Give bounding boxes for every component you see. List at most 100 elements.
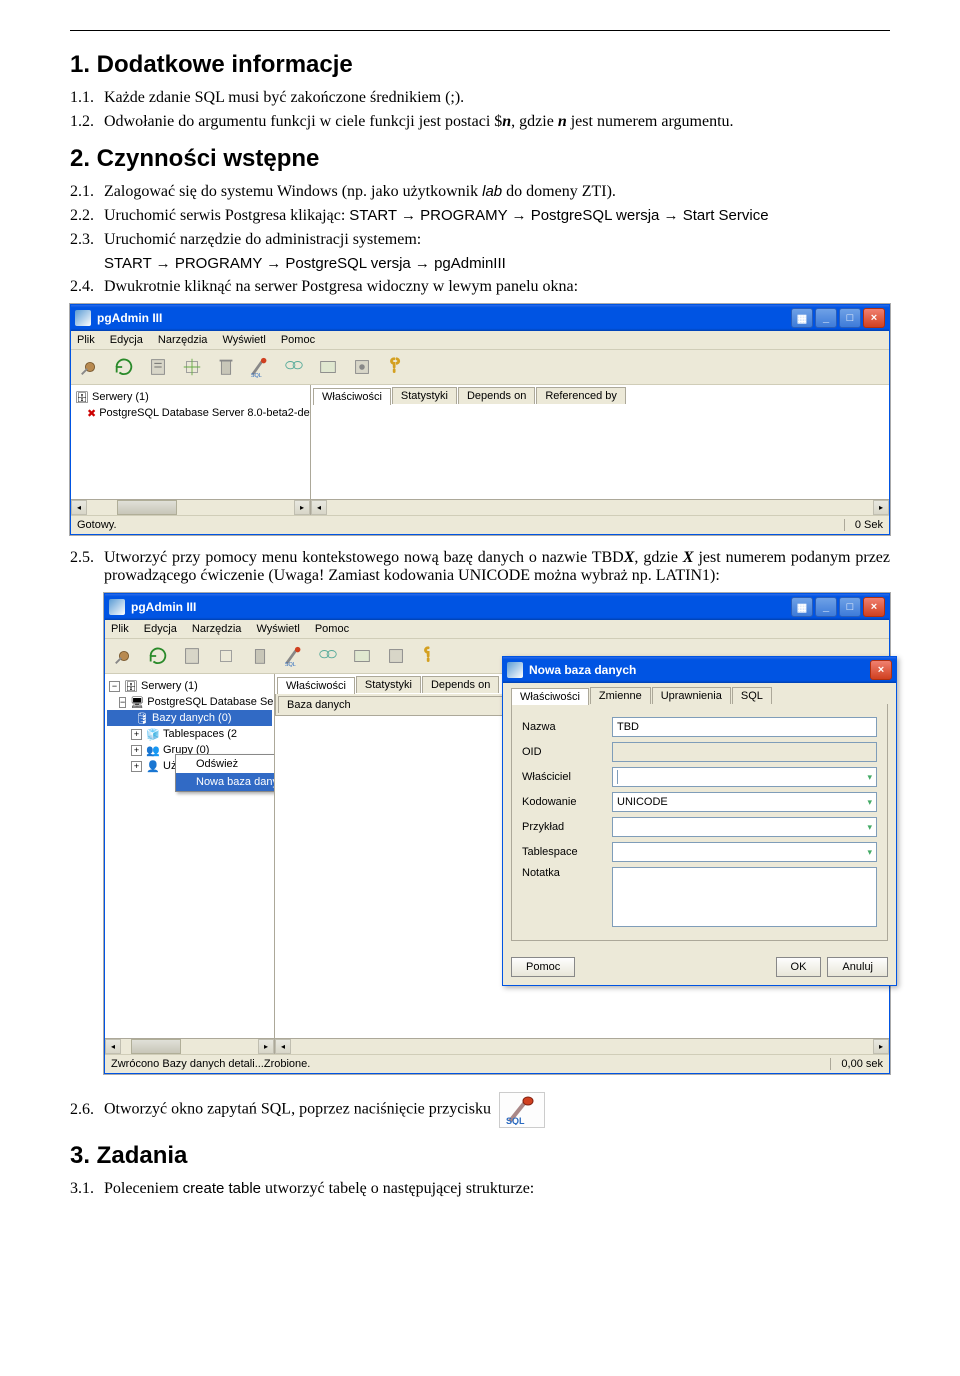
titlebar[interactable]: pgAdmin III ▦ _ □ ×: [105, 594, 889, 620]
scroll-right-button[interactable]: ▸: [294, 500, 310, 515]
scroll-right-button[interactable]: ▸: [873, 1039, 889, 1054]
sql-toolbar-icon[interactable]: SQL: [499, 1092, 545, 1128]
scrollbar-horizontal[interactable]: ◂ ▸: [71, 499, 310, 515]
tree-servers-root[interactable]: − 🗄 Serwery (1): [107, 678, 272, 694]
tree-tablespaces[interactable]: + 🧊 Tablespaces (2: [107, 726, 272, 742]
scrollbar-horizontal[interactable]: ◂ ▸: [105, 1038, 274, 1054]
help-button[interactable]: Pomoc: [511, 957, 575, 977]
tab-depends-on[interactable]: Depends on: [458, 387, 535, 404]
filter-icon[interactable]: [279, 353, 309, 381]
properties-icon[interactable]: [143, 353, 173, 381]
help-icon[interactable]: [415, 642, 445, 670]
connect-icon[interactable]: [75, 353, 105, 381]
scroll-left-button[interactable]: ◂: [71, 500, 87, 515]
tree-pane[interactable]: − 🗄 Serwery (1) − 🖥 PostgreSQL Database …: [105, 674, 275, 1054]
close-button[interactable]: ×: [863, 597, 885, 617]
tab-statistics[interactable]: Statystyki: [392, 387, 457, 404]
input-name[interactable]: TBD: [612, 717, 877, 737]
tab-properties[interactable]: Właściwości: [277, 677, 355, 694]
dialog-titlebar[interactable]: Nowa baza danych ×: [503, 657, 896, 683]
view-icon[interactable]: [313, 353, 343, 381]
menu-plik[interactable]: Plik: [77, 334, 95, 346]
menu-edycja[interactable]: Edycja: [110, 334, 143, 346]
collapse-icon[interactable]: −: [109, 681, 120, 692]
config-icon[interactable]: [347, 353, 377, 381]
scrollbar-horizontal[interactable]: ◂ ▸: [311, 499, 889, 515]
select-encoding[interactable]: UNICODE▾: [612, 792, 877, 812]
properties-icon[interactable]: [177, 642, 207, 670]
tab-statistics[interactable]: Statystyki: [356, 676, 421, 693]
select-owner[interactable]: ▾: [612, 767, 877, 787]
minimize-button[interactable]: _: [815, 597, 837, 617]
item-2-2: 2.2. Uruchomić serwis Postgresa klikając…: [70, 207, 890, 225]
tab-properties[interactable]: Właściwości: [313, 388, 391, 405]
tree-pane[interactable]: 🗄 Serwery (1) ✖ PostgreSQL Database Serv…: [71, 385, 311, 515]
select-template[interactable]: ▾: [612, 817, 877, 837]
config-icon[interactable]: [381, 642, 411, 670]
dlg-tab-permissions[interactable]: Uprawnienia: [652, 687, 731, 704]
menu-wyswietl[interactable]: Wyświetl: [256, 623, 299, 635]
menu-edycja[interactable]: Edycja: [144, 623, 177, 635]
scroll-right-button[interactable]: ▸: [258, 1039, 274, 1054]
ok-button[interactable]: OK: [776, 957, 822, 977]
dlg-tab-variables[interactable]: Zmienne: [590, 687, 651, 704]
menu-narzedzia[interactable]: Narzędzia: [192, 623, 242, 635]
ctx-refresh[interactable]: Odśwież: [176, 755, 275, 773]
new-icon[interactable]: [211, 642, 241, 670]
textarea-note[interactable]: [612, 867, 877, 927]
collapse-icon[interactable]: −: [119, 697, 126, 708]
expand-icon[interactable]: +: [131, 761, 142, 772]
tree-label: Tablespaces (2: [163, 728, 237, 740]
menu-plik[interactable]: Plik: [111, 623, 129, 635]
scroll-thumb[interactable]: [117, 500, 177, 515]
select-tablespace[interactable]: ▾: [612, 842, 877, 862]
close-button[interactable]: ×: [870, 660, 892, 680]
tree-servers-root[interactable]: 🗄 Serwery (1): [73, 389, 308, 405]
menu-pomoc[interactable]: Pomoc: [315, 623, 349, 635]
connect-icon[interactable]: [109, 642, 139, 670]
scroll-thumb[interactable]: [131, 1039, 181, 1054]
toolbar: SQL: [71, 350, 889, 385]
menu-wyswietl[interactable]: Wyświetl: [222, 334, 265, 346]
titlebar[interactable]: pgAdmin III ▦ _ □ ×: [71, 305, 889, 331]
tab-depends-on[interactable]: Depends on: [422, 676, 499, 693]
minimize-button[interactable]: _: [815, 308, 837, 328]
scrollbar-horizontal[interactable]: ◂ ▸: [275, 1038, 889, 1054]
grid-button[interactable]: ▦: [791, 308, 813, 328]
sql-icon[interactable]: SQL: [245, 353, 275, 381]
maximize-button[interactable]: □: [839, 597, 861, 617]
help-icon[interactable]: [381, 353, 411, 381]
chevron-down-icon: ▾: [867, 847, 872, 858]
menubar: Plik Edycja Narzędzia Wyświetl Pomoc: [71, 331, 889, 350]
view-icon[interactable]: [347, 642, 377, 670]
grid-button[interactable]: ▦: [791, 597, 813, 617]
dialog-new-database[interactable]: Nowa baza danych × Właściwości Zmienne U…: [502, 656, 897, 986]
sql-icon[interactable]: SQL: [279, 642, 309, 670]
tab-referenced-by[interactable]: Referenced by: [536, 387, 626, 404]
scroll-left-button[interactable]: ◂: [311, 500, 327, 515]
cancel-button[interactable]: Anuluj: [827, 957, 888, 977]
menu-narzedzia[interactable]: Narzędzia: [158, 334, 208, 346]
maximize-button[interactable]: □: [839, 308, 861, 328]
expand-icon[interactable]: +: [131, 729, 142, 740]
refresh-icon[interactable]: [109, 353, 139, 381]
menu-pomoc[interactable]: Pomoc: [281, 334, 315, 346]
scroll-left-button[interactable]: ◂: [105, 1039, 121, 1054]
expand-icon[interactable]: +: [131, 745, 142, 756]
delete-icon[interactable]: [211, 353, 241, 381]
tree-server[interactable]: − 🖥 PostgreSQL Database Server 8.0: [107, 694, 272, 710]
new-icon[interactable]: [177, 353, 207, 381]
scroll-left-button[interactable]: ◂: [275, 1039, 291, 1054]
dlg-tab-sql[interactable]: SQL: [732, 687, 772, 704]
tree-server-node[interactable]: ✖ PostgreSQL Database Server 8.0-beta2-d…: [73, 405, 308, 421]
context-menu[interactable]: Odśwież Nowa baza danych: [175, 754, 275, 792]
scroll-right-button[interactable]: ▸: [873, 500, 889, 515]
delete-icon[interactable]: [245, 642, 275, 670]
tree-databases[interactable]: 🛢 Bazy danych (0): [107, 710, 272, 726]
ctx-new-database[interactable]: Nowa baza danych: [176, 773, 275, 791]
dlg-tab-properties[interactable]: Właściwości: [511, 688, 589, 705]
item-num: 2.6.: [70, 1101, 104, 1119]
close-button[interactable]: ×: [863, 308, 885, 328]
refresh-icon[interactable]: [143, 642, 173, 670]
filter-icon[interactable]: [313, 642, 343, 670]
